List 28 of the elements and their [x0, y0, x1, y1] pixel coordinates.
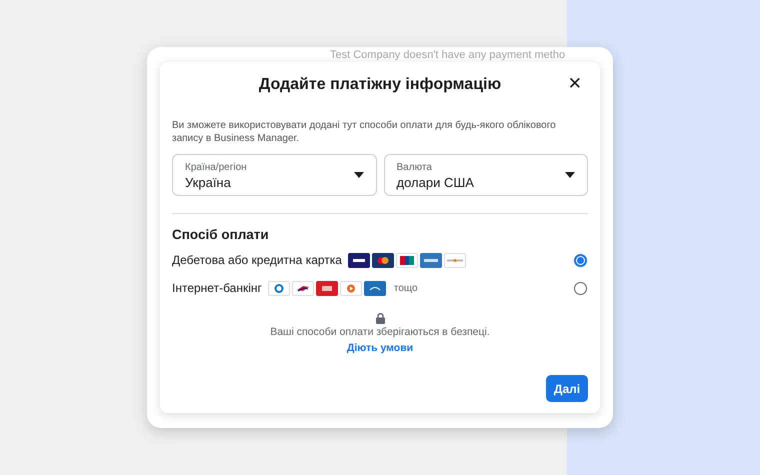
card-logo-icon — [372, 252, 394, 268]
card-logo-icon — [348, 252, 370, 268]
card-logo-icon — [444, 252, 466, 268]
payment-method-label: Інтернет-банкінг — [172, 281, 262, 295]
card-logo-icon — [292, 280, 314, 296]
close-button[interactable]: ✕ — [566, 74, 584, 94]
terms-link[interactable]: Діють умови — [346, 342, 414, 354]
radio-button[interactable] — [574, 254, 587, 266]
card-logo-icon — [268, 280, 290, 296]
background-text: Test Company doesn't have any payment metho — [330, 49, 566, 61]
intro-text: Ви зможете використовувати додані тут способи оплати для будь-якого облікового запису в Business Manager. — [172, 119, 557, 145]
caret-icon — [565, 172, 575, 178]
payment-method-label: Дебетова або кредитна картка — [172, 253, 342, 267]
card-logo-icon — [364, 280, 386, 296]
security-note: Ваші способи оплати зберігаються в безпеці. — [270, 326, 490, 338]
dropdown-field[interactable]: Країна/регіон Україна — [172, 154, 376, 196]
card-logo-icon — [396, 252, 418, 268]
caret-icon — [354, 172, 364, 178]
more-text: тощо — [394, 282, 418, 294]
card-logo-icon — [420, 252, 442, 268]
card-logo-icon — [340, 280, 362, 296]
card-logo-icon — [316, 280, 338, 296]
next-button[interactable]: Далі — [546, 375, 588, 402]
section-title: Спосіб оплати — [172, 227, 270, 242]
lock-icon — [376, 313, 384, 324]
radio-button[interactable] — [574, 282, 587, 294]
dialog-title: Додайте платіжну інформацію — [258, 76, 502, 94]
dropdown-field[interactable]: Валюта долари США — [384, 154, 588, 196]
